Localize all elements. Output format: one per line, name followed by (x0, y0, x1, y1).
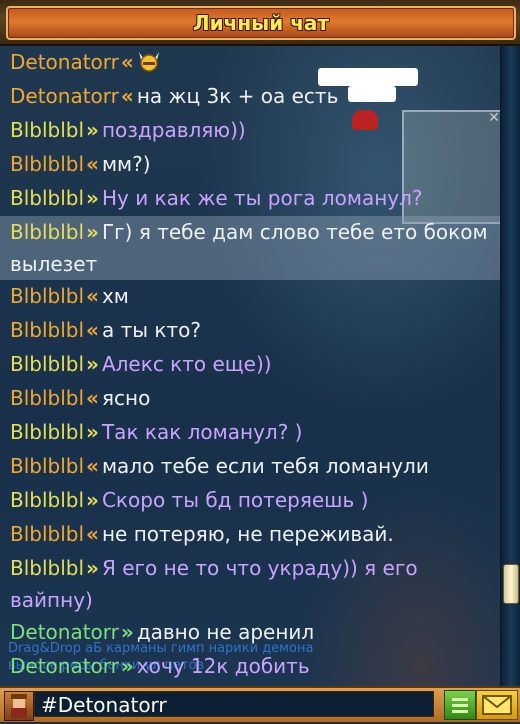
message-nick[interactable]: Blblblbl (10, 152, 84, 176)
outgoing-arrow-icon: » (86, 352, 99, 376)
message-text: хм (101, 284, 129, 308)
outgoing-arrow-icon: » (86, 220, 99, 244)
message-text: ясно (101, 386, 151, 410)
message-nick[interactable]: Detonatorr (10, 620, 119, 644)
title-plate: Личный чат (6, 6, 516, 40)
incoming-arrow-icon: « (120, 50, 134, 74)
message-text: поздравляю)) (101, 118, 246, 142)
chat-message[interactable]: Blblblbl «не потеряю, не переживай. (0, 518, 500, 550)
message-nick[interactable]: Detonatorr (10, 654, 119, 678)
chat-message[interactable]: Blblblbl» Так как ломанул? ) (0, 416, 500, 448)
chat-message[interactable]: Detonatorr» давно не аренил (0, 616, 500, 648)
chat-message[interactable]: Blblblbl» Алекс кто еще)) (0, 348, 500, 380)
chat-message[interactable]: Blblblbl» поздравляю)) (0, 114, 500, 146)
chat-message[interactable]: Blblblbl «ясно (0, 382, 500, 414)
avatar[interactable] (4, 691, 34, 721)
chat-message[interactable]: Blblblbl» Скоро ты бд потеряешь ) (0, 484, 500, 516)
incoming-arrow-icon: « (86, 318, 99, 342)
message-text: мм?) (101, 152, 151, 176)
outgoing-arrow-icon: » (86, 556, 99, 580)
message-nick[interactable]: Blblblbl (10, 220, 84, 244)
helmet-icon (138, 52, 159, 72)
message-text: давно не аренил (136, 620, 315, 644)
outgoing-arrow-icon: » (86, 488, 99, 512)
chat-message[interactable]: Detonatorr «на жц 3к + оа есть (0, 80, 500, 112)
outgoing-arrow-icon: » (120, 620, 134, 644)
chat-message[interactable]: Blblblbl» Ну и как же ты рога ломанул? (0, 182, 500, 214)
chat-scrollbar[interactable] (500, 46, 520, 686)
chat-message[interactable]: Blblblbl «а ты кто? (0, 314, 500, 346)
incoming-arrow-icon: « (86, 386, 99, 410)
incoming-arrow-icon: « (86, 152, 99, 176)
message-nick[interactable]: Blblblbl (10, 186, 84, 210)
message-nick[interactable]: Blblblbl (10, 522, 84, 546)
message-text: а ты кто? (101, 318, 201, 342)
message-text: хочу 12к добить (136, 654, 310, 678)
incoming-arrow-icon: « (86, 522, 99, 546)
message-nick[interactable]: Blblblbl (10, 556, 84, 580)
chat-message[interactable]: Blblblbl «мало тебе если тебя ломанули (0, 450, 500, 482)
mail-button[interactable] (476, 690, 518, 720)
message-text: не потеряю, не переживай. (101, 522, 394, 546)
outgoing-arrow-icon: » (120, 654, 134, 678)
outgoing-arrow-icon: » (86, 118, 99, 142)
message-text: Скоро ты бд потеряешь ) (101, 488, 369, 512)
recipient-input[interactable]: #Detonatorr (34, 691, 434, 717)
menu-button[interactable] (444, 690, 476, 720)
chat-message[interactable]: Detonatorr « (0, 46, 500, 78)
message-text: на жц 3к + оа есть (136, 84, 339, 108)
chat-message[interactable]: Blblblbl» Гг) я тебе дам слово тебе ето б… (0, 216, 500, 280)
input-bar: #Detonatorr (0, 686, 520, 722)
menu-lines-icon (452, 698, 468, 713)
message-nick[interactable]: Blblblbl (10, 118, 84, 142)
chat-message[interactable]: Detonatorr» хочу 12к добить (0, 650, 500, 682)
message-nick[interactable]: Blblblbl (10, 284, 84, 308)
message-text: мало тебе если тебя ломанули (101, 454, 429, 478)
envelope-icon (482, 695, 512, 715)
window-titlebar: Личный чат (0, 0, 520, 46)
message-text: Ну и как же ты рога ломанул? (101, 186, 423, 210)
outgoing-arrow-icon: » (86, 420, 99, 444)
message-text: Так как ломанул? ) (101, 420, 303, 444)
incoming-arrow-icon: « (120, 84, 134, 108)
message-nick[interactable]: Blblblbl (10, 454, 84, 478)
chat-message[interactable]: Blblblbl «мм?) (0, 148, 500, 180)
message-text: Алекс кто еще)) (101, 352, 272, 376)
message-nick[interactable]: Blblblbl (10, 352, 84, 376)
incoming-arrow-icon: « (86, 284, 99, 308)
message-nick[interactable]: Blblblbl (10, 420, 84, 444)
window-title: Личный чат (192, 11, 330, 35)
incoming-arrow-icon: « (86, 454, 99, 478)
chat-log[interactable]: ✕ Drag&Drop аБ карманы гимп нарики демон… (0, 46, 500, 686)
message-nick[interactable]: Blblblbl (10, 488, 84, 512)
outgoing-arrow-icon: » (86, 186, 99, 210)
message-nick[interactable]: Blblblbl (10, 318, 84, 342)
message-nick[interactable]: Blblblbl (10, 386, 84, 410)
message-nick[interactable]: Detonatorr (10, 50, 119, 74)
chat-message[interactable]: Blblblbl «хм (0, 280, 500, 312)
message-nick[interactable]: Detonatorr (10, 84, 119, 108)
scroll-thumb[interactable] (503, 564, 519, 604)
chat-message[interactable]: Blblblbl» Я его не то что украду)) я его … (0, 552, 500, 616)
